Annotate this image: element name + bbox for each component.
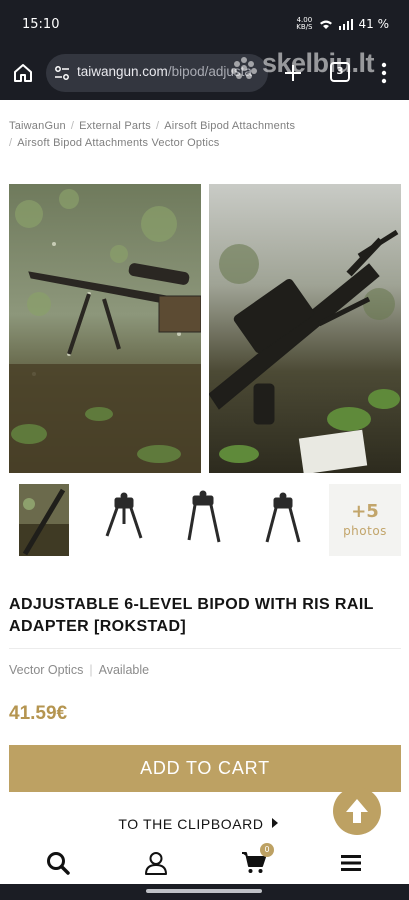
breadcrumb-separator: / (156, 120, 160, 132)
status-time: 15:10 (22, 17, 60, 32)
breadcrumb-item-vector-optics[interactable]: Airsoft Bipod Attachments Vector Optics (17, 137, 219, 149)
gesture-handle[interactable] (146, 889, 262, 893)
url-domain: taiwangun.com (77, 64, 168, 79)
thumbnail-image-3[interactable] (181, 484, 251, 558)
cart-count-badge: 0 (260, 843, 274, 857)
watermark: skelbiu.lt (262, 48, 375, 78)
signal-icon (338, 18, 353, 30)
home-icon[interactable] (12, 62, 34, 84)
product-image-2[interactable] (209, 184, 401, 473)
site-settings-icon[interactable] (54, 65, 70, 81)
status-bar: 15:10 4.00 KB/S 41 % (0, 0, 409, 48)
product-price: 41.59€ (9, 703, 68, 724)
breadcrumb-item-bipod-attachments[interactable]: Airsoft Bipod Attachments (164, 120, 295, 132)
more-photos-label: photos (343, 524, 387, 538)
network-speed: 4.00 KB/S (296, 17, 312, 31)
scroll-to-top-button[interactable] (333, 787, 381, 835)
user-icon[interactable] (143, 850, 169, 876)
watermark-logo-icon (231, 57, 257, 79)
thumbnail-image-1[interactable] (19, 484, 89, 558)
thumbnail-image-2[interactable] (101, 484, 171, 558)
more-photos-button[interactable]: +5 photos (329, 484, 401, 556)
product-image-1[interactable] (9, 184, 201, 473)
breadcrumb-item-home[interactable]: TaiwanGun (9, 120, 66, 132)
wifi-icon (319, 20, 332, 29)
network-speed-unit: KB/S (296, 23, 313, 31)
clipboard-label: TO THE CLIPBOARD (118, 816, 264, 832)
battery-level: 41 % (358, 17, 390, 31)
bottom-nav (0, 840, 409, 884)
add-to-cart-button[interactable]: ADD TO CART (9, 745, 401, 792)
thumbnail-image-4[interactable] (261, 484, 331, 558)
product-title: ADJUSTABLE 6-LEVEL BIPOD WITH RIS RAIL A… (9, 596, 374, 635)
more-menu-icon[interactable] (380, 61, 388, 85)
arrow-up-icon (346, 799, 368, 823)
more-photos-count: +5 (351, 501, 379, 522)
breadcrumb-item-external-parts[interactable]: External Parts (79, 120, 151, 132)
caret-right-icon (271, 818, 278, 828)
breadcrumb: TaiwanGun / External Parts / Airsoft Bipod A… (9, 118, 404, 152)
breadcrumb-separator: / (70, 120, 75, 132)
product-meta: Vector Optics | Available (9, 663, 149, 677)
search-icon[interactable] (45, 850, 71, 876)
thumbnail-strip: +5 photos (9, 484, 401, 558)
meta-separator: | (89, 663, 93, 677)
brand-link[interactable]: Vector Optics (9, 663, 83, 677)
hamburger-menu-icon[interactable] (338, 850, 364, 876)
availability-status: Available (98, 663, 150, 677)
divider (9, 648, 401, 649)
status-indicators: 4.00 KB/S 41 % (296, 17, 390, 32)
